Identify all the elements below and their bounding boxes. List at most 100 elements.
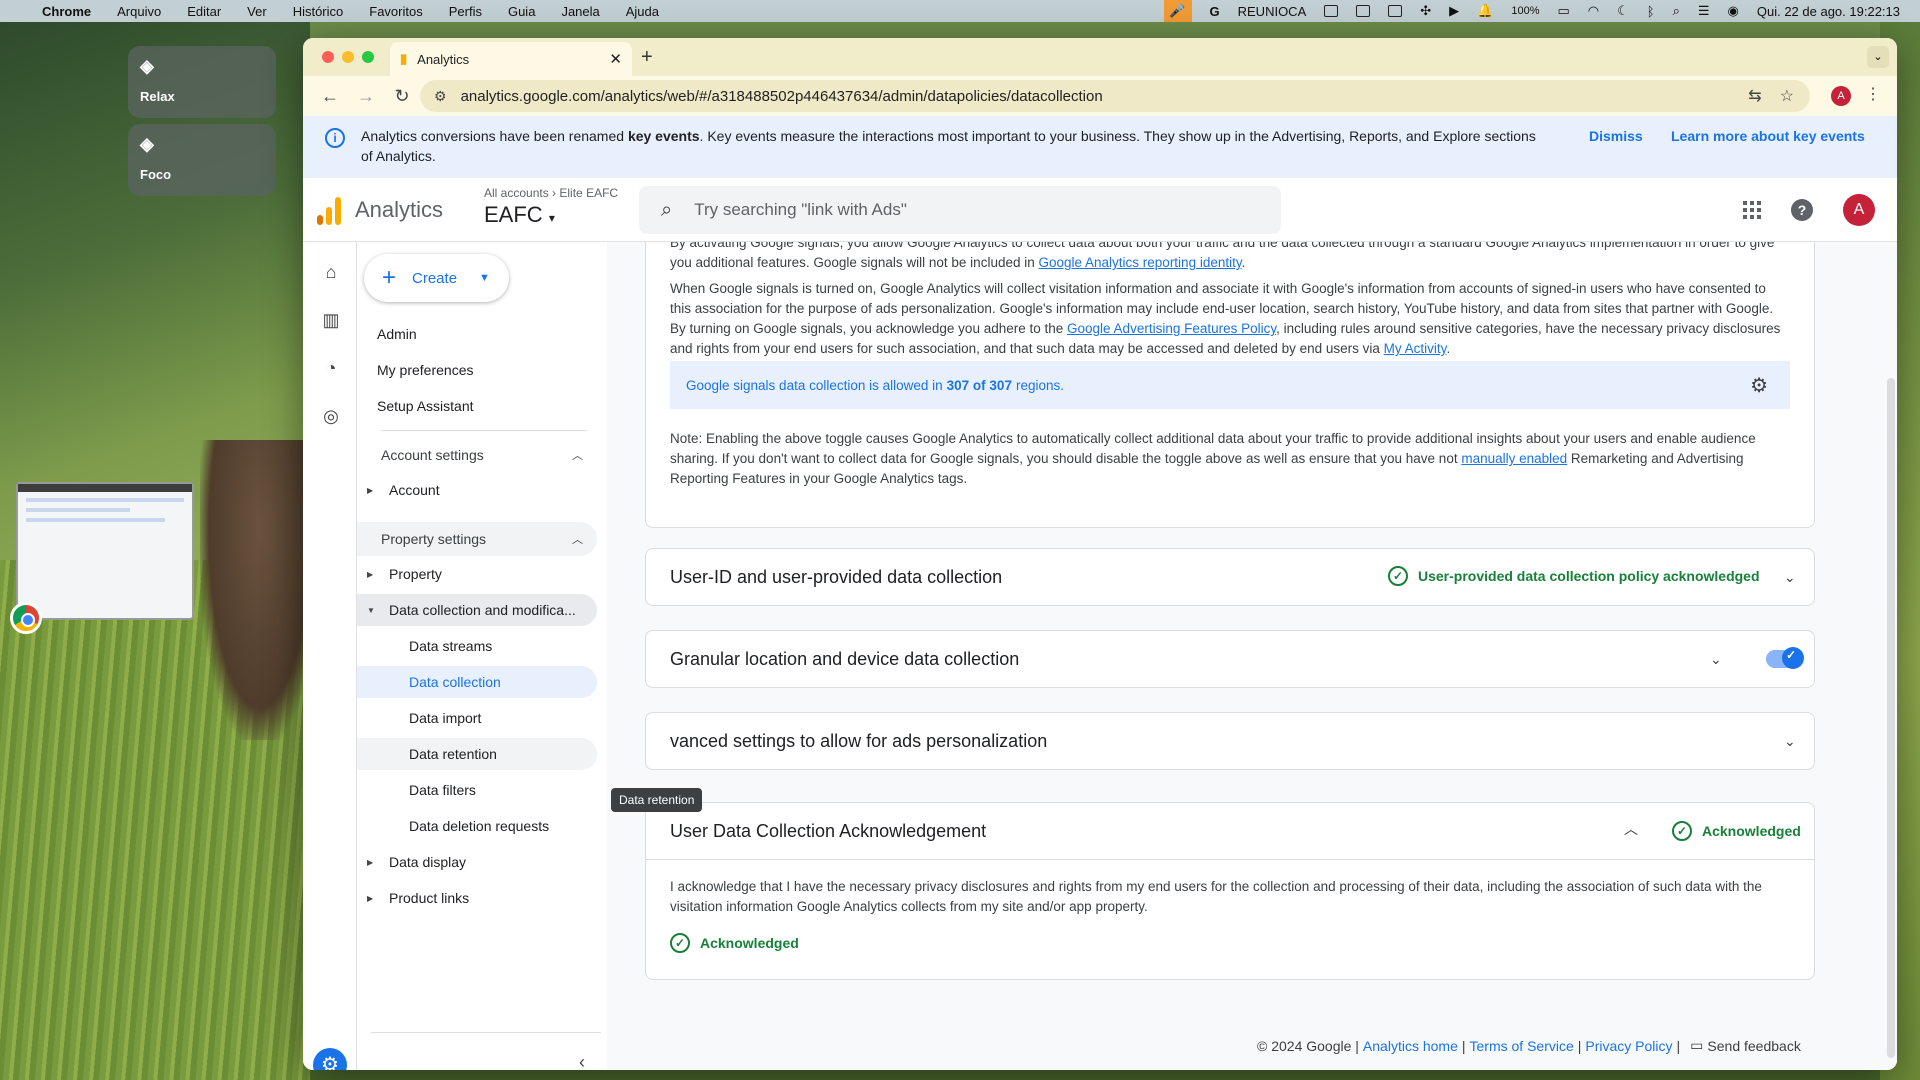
terms-link[interactable]: Terms of Service	[1470, 1038, 1574, 1054]
gear-icon[interactable]: ⚙	[1750, 373, 1768, 398]
fan-icon[interactable]: ✣	[1420, 3, 1431, 19]
admin-gear-icon[interactable]: ⚙	[313, 1048, 347, 1070]
focus-mode-relax[interactable]: ◈ Relax	[128, 46, 276, 118]
focus-mode-foco[interactable]: ◈ Foco	[128, 124, 276, 196]
g-icon[interactable]: G	[1210, 4, 1220, 19]
zoom-window-button[interactable]	[362, 51, 374, 63]
menu-historico[interactable]: Histórico	[293, 4, 344, 19]
site-settings-icon[interactable]: ⚙	[434, 88, 447, 105]
nav-my-preferences[interactable]: My preferences	[377, 362, 473, 378]
home-icon[interactable]: ⌂	[320, 262, 342, 282]
browser-tab[interactable]: ▮ Analytics ✕	[390, 42, 632, 76]
account-avatar[interactable]: A	[1843, 194, 1875, 226]
advertising-features-policy-link[interactable]: Google Advertising Features Policy	[1067, 321, 1276, 336]
learn-more-link[interactable]: Learn more about key events	[1671, 128, 1865, 144]
url-text[interactable]: analytics.google.com/analytics/web/#/a31…	[461, 88, 1103, 105]
siri-icon[interactable]: ◉	[1728, 3, 1739, 19]
nav-item-account[interactable]: ▶ Account	[357, 474, 597, 506]
advertising-icon[interactable]: ◎	[320, 406, 342, 426]
apps-grid-icon[interactable]	[1743, 201, 1761, 219]
menu-janela[interactable]: Janela	[561, 4, 599, 19]
chevron-down-icon[interactable]: ⌄	[1710, 651, 1722, 668]
nav-item-property[interactable]: ▶ Property	[357, 558, 597, 590]
battery-icon[interactable]: ▭	[1557, 3, 1569, 19]
menu-favoritos[interactable]: Favoritos	[369, 4, 422, 19]
wifi-icon[interactable]: ◠	[1588, 3, 1599, 19]
notification-icon[interactable]: 🔔	[1477, 3, 1493, 19]
translate-icon[interactable]: ⇆	[1748, 86, 1761, 106]
nav-item-data-collection[interactable]: Data collection	[357, 666, 597, 698]
menu-arquivo[interactable]: Arquivo	[117, 4, 161, 19]
menu-ajuda[interactable]: Ajuda	[626, 4, 659, 19]
chevron-down-icon[interactable]: ⌄	[1784, 733, 1796, 750]
explore-icon[interactable]: ◔	[320, 358, 342, 378]
new-tab-button[interactable]: +	[641, 46, 653, 69]
forward-icon[interactable]: →	[357, 86, 375, 107]
create-button[interactable]: + Create ▼	[364, 254, 509, 302]
spotlight-icon[interactable]: ⌕	[1673, 3, 1680, 19]
privacy-link[interactable]: Privacy Policy	[1585, 1038, 1672, 1054]
chevron-up-icon[interactable]: ︿	[1624, 819, 1638, 839]
nav-item-data-import[interactable]: Data import	[357, 702, 597, 734]
product-name[interactable]: Analytics	[355, 197, 443, 223]
reporting-identity-link[interactable]: Google Analytics reporting identity	[1038, 255, 1241, 270]
help-icon[interactable]: ?	[1791, 199, 1813, 221]
battery-percent[interactable]: 100%	[1511, 5, 1539, 17]
nav-item-data-retention[interactable]: Data retention	[357, 738, 597, 770]
close-window-button[interactable]	[322, 51, 334, 63]
chevron-down-icon[interactable]: ⌄	[1784, 569, 1796, 586]
status-label[interactable]: REUNIOCA	[1238, 4, 1307, 19]
menubar-app-name[interactable]: Chrome	[42, 4, 91, 19]
play-icon[interactable]: ▶	[1449, 3, 1459, 19]
menu-guia[interactable]: Guia	[508, 4, 535, 19]
scrollbar[interactable]	[1887, 378, 1895, 1058]
menu-perfis[interactable]: Perfis	[449, 4, 482, 19]
back-icon[interactable]: ←	[321, 86, 339, 107]
microphone-icon[interactable]: 🎤	[1163, 0, 1192, 22]
bluetooth-icon[interactable]: ᛒ	[1647, 4, 1655, 19]
reload-icon[interactable]: ↻	[393, 86, 411, 107]
nav-item-product-links[interactable]: ▶ Product links	[357, 882, 597, 914]
advanced-settings-card[interactable]: vanced settings to allow for ads persona…	[645, 712, 1815, 770]
browser-menu-icon[interactable]: ⋮	[1865, 84, 1881, 104]
feedback-icon[interactable]: ▭	[1690, 1037, 1703, 1054]
minimize-window-button[interactable]	[342, 51, 354, 63]
address-bar[interactable]: ⚙ analytics.google.com/analytics/web/#/a…	[420, 80, 1810, 112]
reports-icon[interactable]: ▥	[320, 310, 342, 330]
nav-section-account-settings[interactable]: Account settings ︿	[357, 438, 597, 472]
granular-location-card[interactable]: Granular location and device data collec…	[645, 630, 1815, 688]
dismiss-button[interactable]: Dismiss	[1589, 128, 1643, 144]
my-activity-link[interactable]: My Activity	[1384, 341, 1447, 356]
nav-item-data-filters[interactable]: Data filters	[357, 774, 597, 806]
collapse-nav-icon[interactable]: ‹	[579, 1052, 585, 1070]
close-tab-icon[interactable]: ✕	[609, 50, 622, 68]
account-picker[interactable]: All accounts › Elite EAFC EAFC ▾	[484, 186, 618, 228]
menu-ver[interactable]: Ver	[247, 4, 267, 19]
profile-avatar[interactable]: A	[1831, 86, 1851, 106]
nav-admin[interactable]: Admin	[377, 326, 417, 342]
nav-item-data-collection-modification[interactable]: ▼ Data collection and modifica...	[357, 594, 597, 626]
display-icon[interactable]	[1388, 5, 1403, 17]
granular-data-toggle[interactable]	[1766, 647, 1804, 669]
app-icon[interactable]	[1324, 5, 1339, 17]
nav-item-data-streams[interactable]: Data streams	[357, 630, 597, 662]
menu-editar[interactable]: Editar	[187, 4, 221, 19]
analytics-logo-icon[interactable]	[317, 195, 341, 225]
control-center-icon[interactable]: ☰	[1698, 3, 1710, 19]
user-id-card[interactable]: User-ID and user-provided data collectio…	[645, 548, 1815, 606]
window-thumbnail[interactable]	[16, 482, 194, 620]
nav-setup-assistant[interactable]: Setup Assistant	[377, 398, 474, 414]
moon-icon[interactable]: ☾	[1617, 3, 1629, 19]
send-feedback-link[interactable]: Send feedback	[1707, 1038, 1800, 1054]
search-input[interactable]: ⌕ Try searching "link with Ads"	[639, 186, 1281, 234]
nav-item-data-deletion-requests[interactable]: Data deletion requests	[357, 810, 597, 842]
chrome-app-icon[interactable]	[10, 602, 42, 634]
windows-icon[interactable]	[1356, 5, 1371, 17]
tab-search-button[interactable]: ⌄	[1867, 46, 1889, 68]
datetime[interactable]: Qui. 22 de ago. 19:22:13	[1757, 4, 1900, 19]
manually-enabled-link[interactable]: manually enabled	[1461, 451, 1567, 466]
bookmark-star-icon[interactable]: ☆	[1780, 86, 1794, 106]
nav-section-property-settings[interactable]: Property settings ︿	[357, 522, 597, 556]
analytics-home-link[interactable]: Analytics home	[1363, 1038, 1458, 1054]
nav-item-data-display[interactable]: ▶ Data display	[357, 846, 597, 878]
